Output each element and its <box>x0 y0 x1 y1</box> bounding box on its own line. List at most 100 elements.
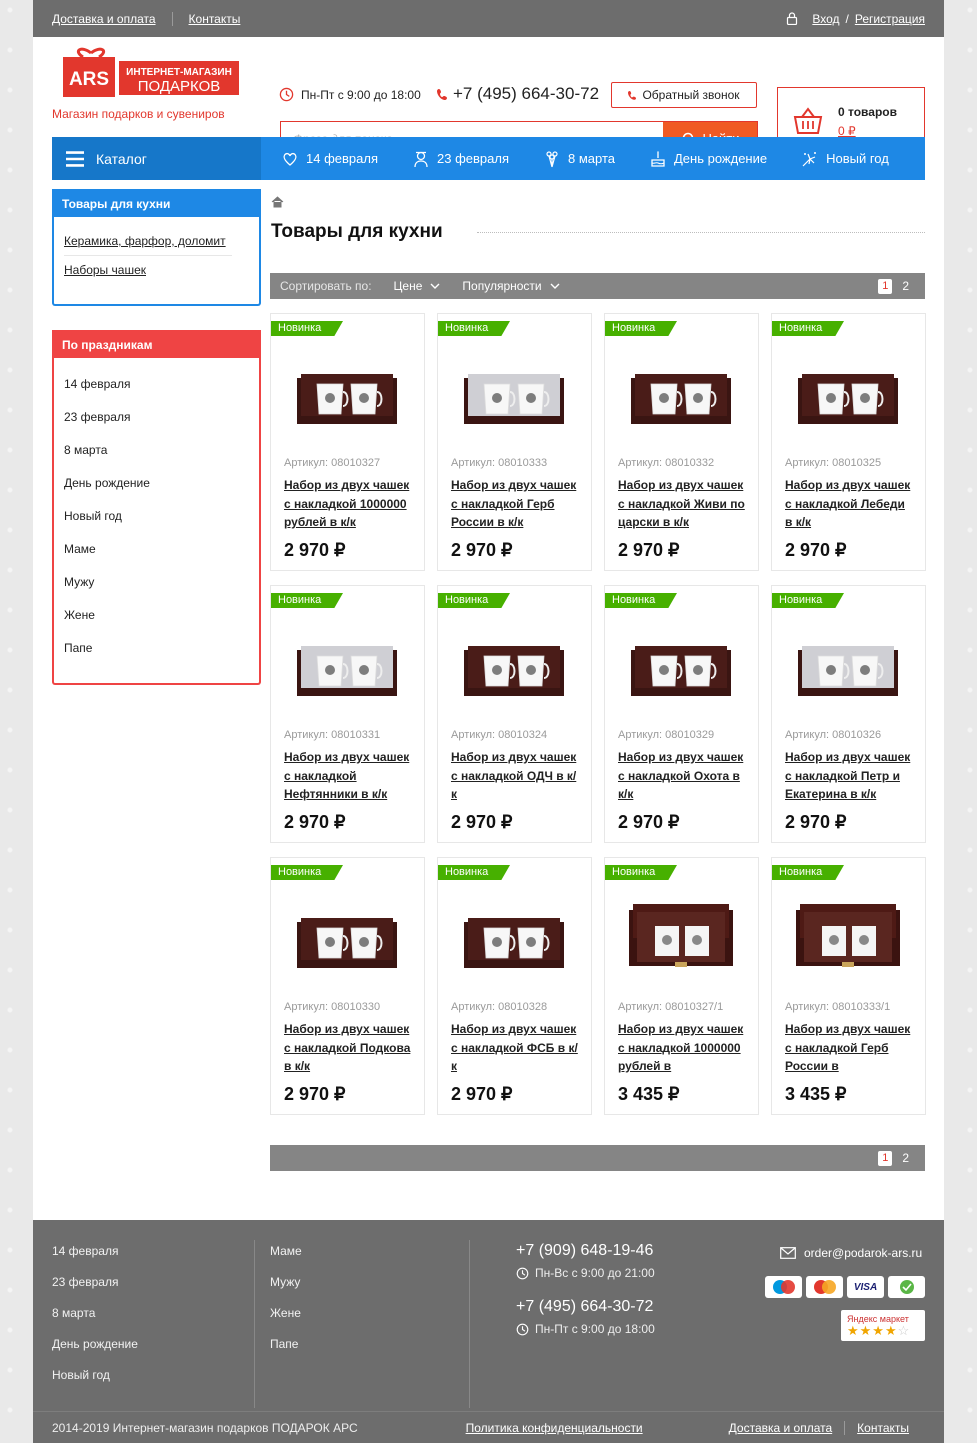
product-name-link[interactable]: Набор из двух чашек с накладкой ОДЧ в к/… <box>451 750 576 801</box>
product-name-link[interactable]: Набор из двух чашек с накладкой ФСБ в к/… <box>451 1022 578 1073</box>
nav-item-birthday[interactable]: День рождение <box>649 150 767 168</box>
header-phone[interactable]: +7 (495) 664-30-72 <box>437 84 599 104</box>
product-name-link[interactable]: Набор из двух чашек с накладкой 1000000 … <box>284 478 409 529</box>
yandex-market-badge[interactable]: Яндекс маркет ★★★★☆ <box>841 1310 925 1341</box>
product-card[interactable]: Новинка Артикул: 08010329 Набор из двух … <box>604 585 759 843</box>
product-image[interactable] <box>792 882 904 990</box>
product-image[interactable] <box>792 610 904 718</box>
holiday-item[interactable]: Папе <box>64 632 249 665</box>
product-card[interactable]: Новинка Артикул: 08010328 Набор из двух … <box>437 857 592 1115</box>
product-card[interactable]: Новинка Артикул: 08010327/1 Набор из дву… <box>604 857 759 1115</box>
product-image[interactable] <box>625 610 737 718</box>
login-link[interactable]: Вход <box>812 12 839 26</box>
contacts-link[interactable]: Контакты <box>189 12 241 26</box>
product-name-link[interactable]: Набор из двух чашек с накладкой Герб Рос… <box>785 1022 910 1073</box>
product-name[interactable]: Набор из двух чашек с накладкой Живи по … <box>618 476 748 532</box>
product-name[interactable]: Набор из двух чашек с накладкой Герб Рос… <box>451 476 581 532</box>
product-name[interactable]: Набор из двух чашек с накладкой Петр и Е… <box>785 748 915 804</box>
catalog-button[interactable]: Каталог <box>52 137 261 180</box>
footer-link[interactable]: День рождение <box>52 1337 138 1351</box>
footer-email-text[interactable]: order@podarok-ars.ru <box>804 1246 922 1260</box>
product-name-link[interactable]: Набор из двух чашек с накладкой 1000000 … <box>618 1022 743 1073</box>
holiday-item[interactable]: Мужу <box>64 566 249 599</box>
product-name[interactable]: Набор из двух чашек с накладкой Подкова … <box>284 1020 414 1076</box>
privacy-link[interactable]: Политика конфиденциальности <box>466 1421 643 1435</box>
footer-link[interactable]: Новый год <box>52 1368 138 1382</box>
callback-button[interactable]: Обратный звонок <box>611 82 757 108</box>
product-name[interactable]: Набор из двух чашек с накладкой Лебеди в… <box>785 476 915 532</box>
holiday-item[interactable]: 14 февраля <box>64 368 249 401</box>
footer-link[interactable]: Папе <box>270 1337 302 1351</box>
product-image[interactable] <box>291 882 403 990</box>
product-name[interactable]: Набор из двух чашек с накладкой 1000000 … <box>284 476 414 532</box>
footer-link[interactable]: Маме <box>270 1244 302 1258</box>
nav-item-feb23[interactable]: 23 февраля <box>412 150 509 168</box>
pagination-bottom: 1 2 <box>878 1150 909 1166</box>
footer-phone-2[interactable]: +7 (495) 664-30-72 <box>516 1298 655 1316</box>
product-card[interactable]: Новинка Артикул: 08010331 Набор из двух … <box>270 585 425 843</box>
product-name-link[interactable]: Набор из двух чашек с накладкой Герб Рос… <box>451 478 576 529</box>
product-name-link[interactable]: Набор из двух чашек с накладкой Живи по … <box>618 478 745 529</box>
footer-link[interactable]: 14 февраля <box>52 1244 138 1258</box>
nav-item-mar8[interactable]: 8 марта <box>543 150 615 168</box>
register-link[interactable]: Регистрация <box>855 12 925 26</box>
product-card[interactable]: Новинка Артикул: 08010332 Набор из двух … <box>604 313 759 571</box>
product-name-link[interactable]: Набор из двух чашек с накладкой Нефтянни… <box>284 750 409 801</box>
home-icon[interactable] <box>271 196 284 208</box>
product-price: 2 970 ₽ <box>785 812 847 832</box>
new-badge: Новинка <box>772 593 844 608</box>
holiday-item[interactable]: Новый год <box>64 500 249 533</box>
sort-by-popularity[interactable]: Популярности <box>462 279 560 293</box>
phone-icon <box>437 89 447 100</box>
page-link[interactable]: 2 <box>902 279 909 293</box>
site-logo[interactable]: ARS ИНТЕРНЕТ-МАГАЗИН ПОДАРКОВ <box>63 47 241 109</box>
footer-email[interactable]: order@podarok-ars.ru <box>780 1246 922 1260</box>
footer-phone-1[interactable]: +7 (909) 648-19-46 <box>516 1242 655 1260</box>
page-link[interactable]: 2 <box>902 1151 909 1165</box>
nav-item-newyear[interactable]: Новый год <box>801 150 889 168</box>
product-name[interactable]: Набор из двух чашек с накладкой 1000000 … <box>618 1020 748 1076</box>
product-image[interactable] <box>458 882 570 990</box>
footer-link[interactable]: 23 февраля <box>52 1275 138 1289</box>
holiday-item[interactable]: Маме <box>64 533 249 566</box>
delivery-link[interactable]: Доставка и оплата <box>729 1421 833 1435</box>
footer-link[interactable]: Мужу <box>270 1275 302 1289</box>
nav-item-feb14[interactable]: 14 февраля <box>281 150 378 168</box>
sort-by-price[interactable]: Цене <box>394 279 441 293</box>
category-item[interactable]: Наборы чашек <box>64 256 232 284</box>
footer-link[interactable]: 8 марта <box>52 1306 138 1320</box>
product-image[interactable] <box>458 610 570 718</box>
product-name-link[interactable]: Набор из двух чашек с накладкой Лебеди в… <box>785 478 910 529</box>
holiday-item[interactable]: Жене <box>64 599 249 632</box>
product-image[interactable] <box>291 610 403 718</box>
holiday-item[interactable]: День рождение <box>64 467 249 500</box>
product-card[interactable]: Новинка Артикул: 08010330 Набор из двух … <box>270 857 425 1115</box>
product-card[interactable]: Новинка Артикул: 08010324 Набор из двух … <box>437 585 592 843</box>
product-name-link[interactable]: Набор из двух чашек с накладкой Петр и Е… <box>785 750 910 801</box>
product-image[interactable] <box>458 338 570 446</box>
product-name[interactable]: Набор из двух чашек с накладкой Нефтянни… <box>284 748 414 804</box>
product-name-link[interactable]: Набор из двух чашек с накладкой Охота в … <box>618 750 743 801</box>
holiday-item[interactable]: 23 февраля <box>64 401 249 434</box>
product-card[interactable]: Новинка Артикул: 08010325 Набор из двух … <box>771 313 926 571</box>
product-card[interactable]: Новинка Артикул: 08010333/1 Набор из дву… <box>771 857 926 1115</box>
product-image[interactable] <box>625 338 737 446</box>
product-name-link[interactable]: Набор из двух чашек с накладкой Подкова … <box>284 1022 410 1073</box>
product-name[interactable]: Набор из двух чашек с накладкой ФСБ в к/… <box>451 1020 581 1076</box>
footer-link[interactable]: Жене <box>270 1306 302 1320</box>
category-item[interactable]: Керамика, фарфор, доломит <box>64 227 232 256</box>
product-name[interactable]: Набор из двух чашек с накладкой Герб Рос… <box>785 1020 915 1076</box>
product-card[interactable]: Новинка Артикул: 08010327 Набор из двух … <box>270 313 425 571</box>
product-card[interactable]: Новинка Артикул: 08010326 Набор из двух … <box>771 585 926 843</box>
product-name[interactable]: Набор из двух чашек с накладкой Охота в … <box>618 748 748 804</box>
product-image[interactable] <box>625 882 737 990</box>
contacts-link[interactable]: Контакты <box>857 1421 909 1435</box>
product-image[interactable] <box>291 338 403 446</box>
cart-sum[interactable]: 0 ₽ <box>838 124 897 138</box>
delivery-link[interactable]: Доставка и оплата <box>52 12 156 26</box>
holiday-item[interactable]: 8 марта <box>64 434 249 467</box>
product-image[interactable] <box>792 338 904 446</box>
product-name[interactable]: Набор из двух чашек с накладкой ОДЧ в к/… <box>451 748 581 804</box>
phone-number[interactable]: +7 (495) 664-30-72 <box>453 84 599 104</box>
product-card[interactable]: Новинка Артикул: 08010333 Набор из двух … <box>437 313 592 571</box>
